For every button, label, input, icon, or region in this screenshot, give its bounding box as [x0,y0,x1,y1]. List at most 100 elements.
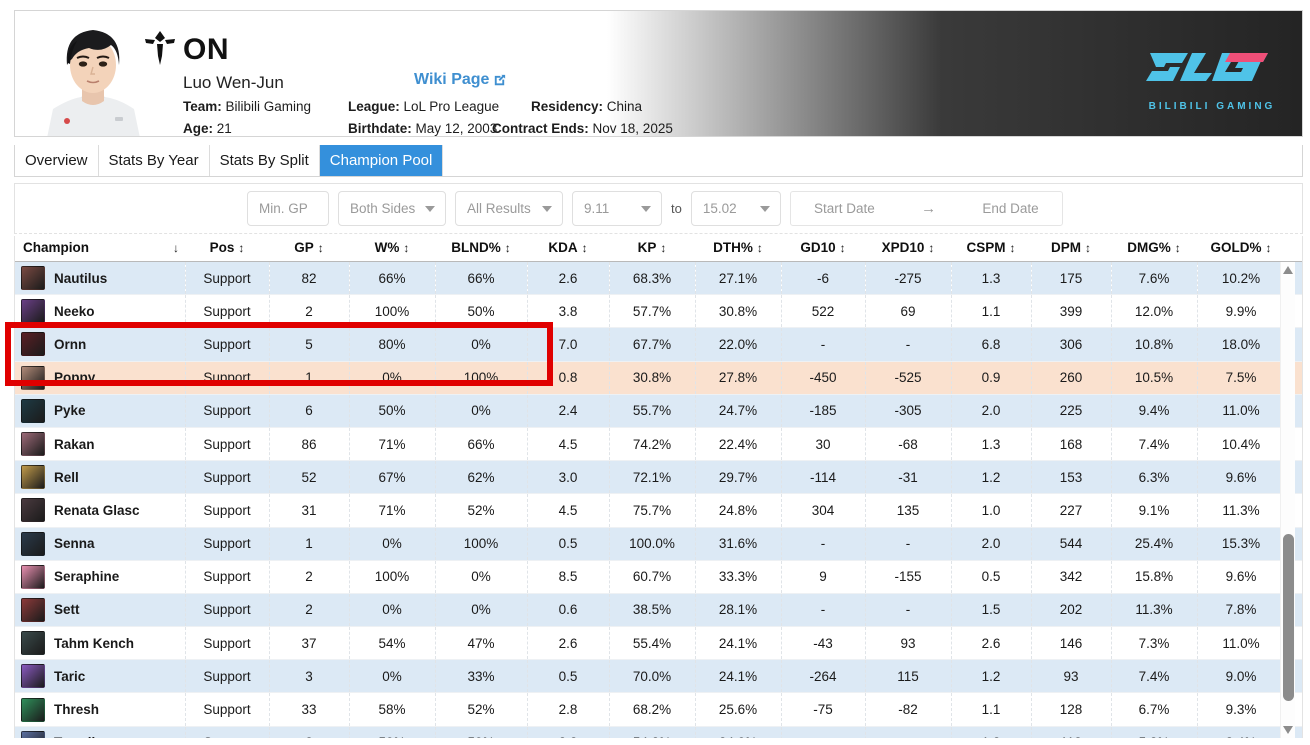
col-header-gold[interactable]: GOLD% ↕ [1197,236,1285,262]
table-row[interactable]: Ornn Support 5 80% 0% 7.0 67.7% 22.0% - -6.8 306 10… [15,327,1302,362]
meta-contract-ends: Contract Ends: Nov 18, 2025 [492,121,673,136]
cell-pos: Support [185,361,270,395]
col-header-gd10[interactable]: GD10 ↕ [781,236,865,262]
sides-select[interactable]: Both Sides [338,191,446,226]
scroll-up-arrow-icon[interactable] [1283,266,1293,274]
cell-pos: Support [185,493,270,528]
sort-icon: ↕ [928,240,935,255]
table-row[interactable]: Rell Support 52 67% 62% 3.0 72.1% 29.7% -114 -31 1… [15,460,1302,495]
meta-contract-value: Nov 18, 2025 [592,121,673,136]
wiki-page-link[interactable]: Wiki Page [414,71,507,89]
meta-age: Age: 21 [183,121,232,136]
table-row[interactable]: Poppy Support 1 0% 100% 0.8 30.8% 27.8% -450 -525… [15,361,1302,395]
sort-icon: ↕ [1174,240,1181,255]
cell-winrate: 0% [349,593,436,628]
cell-dth: 24.8% [695,493,782,528]
cell-cspm: 1.1 [951,294,1032,329]
table-body: Nautilus Support 82 66% 66% 2.6 68.3% 27.1% -6 -2… [15,261,1302,738]
cell-gd10: -185 [781,394,866,428]
cell-winrate: 66% [349,261,436,296]
cell-kp: 67.7% [609,327,696,362]
col-header-dmg[interactable]: DMG% ↕ [1111,236,1197,262]
table-row[interactable]: Renata Glasc Support 31 71% 52% 4.5 75.7% 24.8%… [15,493,1302,528]
date-range-picker[interactable]: Start Date → End Date [789,191,1063,226]
cell-blnd: 66% [435,427,528,462]
cell-kp: 57.7% [609,294,696,329]
cell-gp: 31 [269,493,350,528]
champion-pool-table-container[interactable]: Champion ↓ Pos ↕ GP ↕ W% ↕ BLND% ↕ KDA ↕ KP ↕ D… [14,236,1303,738]
cell-winrate: 54% [349,626,436,661]
tab-champion-pool[interactable]: Champion Pool [319,145,444,176]
cell-cspm: 1.2 [951,659,1032,694]
table-row[interactable]: Senna Support 1 0% 100% 0.5 100.0% 31.6% - -2.0 54… [15,527,1302,561]
col-header-xpd10[interactable]: XPD10 ↕ [865,236,951,262]
cell-pos: Support [185,527,270,561]
cell-gd10: 9 [781,560,866,594]
cell-gold: 9.3% [1197,692,1286,727]
sides-select-value: Both Sides [350,201,416,216]
cell-gp: 1 [269,361,350,395]
col-header-blnd[interactable]: BLND% ↕ [435,236,527,262]
cell-dmg: 7.4% [1111,427,1198,462]
cell-kp: 30.8% [609,361,696,395]
table-row[interactable]: Sett Support 2 0% 0% 0.6 38.5% 28.1% - -1.5 202 11.… [15,593,1302,628]
cell-dth: 27.8% [695,361,782,395]
cell-blnd: 52% [435,493,528,528]
scroll-down-arrow-icon[interactable] [1283,726,1293,734]
table-row[interactable]: Nautilus Support 82 66% 66% 2.6 68.3% 27.1% -6 -2… [15,261,1302,296]
table-row[interactable]: Rakan Support 86 71% 66% 4.5 74.2% 22.4% 30 -68 1.… [15,427,1302,462]
table-header-row: Champion ↓ Pos ↕ GP ↕ W% ↕ BLND% ↕ KDA ↕ KP ↕ D… [15,236,1302,262]
tab-champion-pool-label: Champion Pool [329,152,433,169]
cell-xpd10: -525 [865,361,952,395]
col-header-wpm[interactable]: WPM↕ [1285,236,1302,262]
patch-to-select[interactable]: 15.02 [690,191,781,226]
table-row[interactable]: TrundleSupport250%50%2.254.2%24.0%--1.31… [15,726,1302,738]
cell-dmg: 9.1% [1111,493,1198,528]
table-row[interactable]: Thresh Support 33 58% 52% 2.8 68.2% 25.6% -75 -82… [15,692,1302,727]
col-header-pos[interactable]: Pos ↕ [185,236,269,262]
cell-dth: 22.0% [695,327,782,362]
cell-cspm: 0.5 [951,560,1032,594]
table-row[interactable]: Seraphine Support 2 100% 0% 8.5 60.7% 33.3% 9 -15… [15,560,1302,594]
sort-icon: ↕ [504,240,511,255]
cell-gold: 10.4% [1197,427,1286,462]
results-select[interactable]: All Results [455,191,563,226]
scrollbar-thumb[interactable] [1283,534,1294,701]
cell-blnd: 0% [435,560,528,594]
tab-stats-by-split[interactable]: Stats By Split [210,145,320,176]
cell-pos: Support [185,261,270,296]
table-row[interactable]: Tahm Kench Support 37 54% 47% 2.6 55.4% 24.1% -4… [15,626,1302,661]
cell-champion: Ornn [15,327,186,362]
col-header-winrate[interactable]: W% ↕ [349,236,435,262]
table-vertical-scrollbar[interactable] [1280,262,1295,738]
table-row[interactable]: Neeko Support 2 100% 50% 3.8 57.7% 30.8% 522 69 1.… [15,294,1302,329]
min-gp-input[interactable]: Min. GP [247,191,329,226]
wiki-page-label: Wiki Page [414,71,490,88]
table-row[interactable]: Pyke Support 6 50% 0% 2.4 55.7% 24.7% -185 -305 2.… [15,394,1302,428]
cell-winrate: 71% [349,427,436,462]
cell-pos: Support [185,327,270,362]
cell-gold: 10.2% [1197,261,1286,296]
col-header-kp[interactable]: KP ↕ [609,236,695,262]
col-header-champion[interactable]: Champion ↓ [15,236,185,262]
meta-residency-label: Residency: [531,99,604,114]
cell-champion: Thresh [15,692,186,727]
tab-overview[interactable]: Overview [15,145,99,176]
cell-winrate: 0% [349,527,436,561]
cell-xpd10: -155 [865,560,952,594]
sort-icon: ↕ [756,240,763,255]
table-row[interactable]: Taric Support 3 0% 33% 0.5 70.0% 24.1% -264 115 1.… [15,659,1302,694]
col-header-cspm[interactable]: CSPM ↕ [951,236,1031,262]
col-header-kda[interactable]: KDA ↕ [527,236,609,262]
col-header-dth[interactable]: DTH% ↕ [695,236,781,262]
tab-stats-by-year[interactable]: Stats By Year [99,145,210,176]
cell-gd10: -264 [781,659,866,694]
champion-name: Thresh [54,702,100,718]
cell-dpm: 168 [1031,427,1112,462]
col-header-dpm[interactable]: DPM ↕ [1031,236,1111,262]
cell-pos: Support [185,294,270,329]
col-header-gp[interactable]: GP ↕ [269,236,349,262]
chevron-down-icon [425,205,435,212]
cell-blnd: 50% [435,726,528,738]
patch-from-select[interactable]: 9.11 [572,191,662,226]
